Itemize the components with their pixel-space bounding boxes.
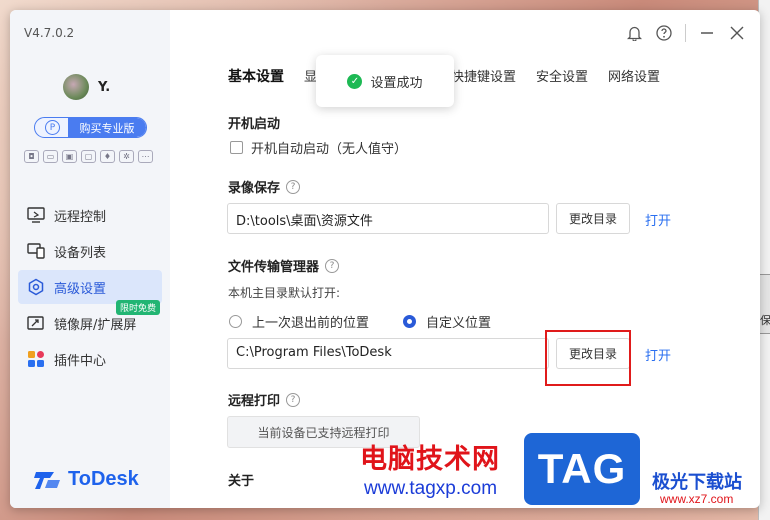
recording-title-text: 录像保存 [228,181,281,196]
todesk-logo-text: ToDesk [68,468,139,490]
recording-path-field[interactable]: D:\tools\桌面\资源文件 [227,203,549,234]
gear-icon[interactable]: ✲ [119,150,134,163]
help-icon[interactable]: ? [286,392,301,407]
tab-basic-settings[interactable]: 基本设置 [228,66,284,86]
remote-print-title-text: 远程打印 [228,394,281,409]
todesk-logo: ToDesk [34,468,139,491]
device-list-icon [26,241,46,261]
screen-icon[interactable]: ▣ [62,150,77,163]
radio-custom-location[interactable] [403,315,417,328]
tab-security[interactable]: 安全设置 [536,66,588,86]
watermark-site-url: www.tagxp.com [364,478,498,499]
avatar[interactable] [63,74,89,100]
more-icon[interactable]: ⋯ [138,150,153,163]
recording-title: 录像保存 ? [228,177,301,196]
remote-print-title: 远程打印 ? [228,390,301,409]
file-transfer-title-text: 文件传输管理器 [228,260,320,275]
sidebar-item-label: 设备列表 [54,245,107,261]
success-toast: ✓ 设置成功 [316,55,454,107]
gamepad-icon[interactable]: ◘ [24,150,39,163]
sidebar-item-label: 高级设置 [54,281,107,297]
watermark-site-name: 电脑技术网 [360,444,500,475]
pro-p-icon: P [45,120,60,135]
help-icon[interactable]: ? [286,179,301,194]
sidebar-item-remote-control[interactable]: 远程控制 [18,198,162,232]
monitor-icon[interactable]: ▭ [43,150,58,163]
buy-pro-button[interactable]: P 购买专业版 [34,117,147,138]
radio-last-location[interactable] [229,315,242,328]
default-dir-options: 上一次退出前的位置 自定义位置 [229,312,525,331]
default-dir-label: 本机主目录默认打开: [228,286,341,300]
sidebar: V4.7.0.2 Y. P 购买专业版 ◘ ▭ ▣ ▢ ♦ ✲ ⋯ 远程控制 设… [10,10,170,508]
highlight-box [545,330,631,386]
file-transfer-path-field[interactable]: C:\Program Files\ToDesk [227,338,549,369]
sidebar-nav: 远程控制 设备列表 高级设置 镜像屏/扩展屏 限时免费 插件中心 [18,198,162,378]
settings-tabs: 基本设置 显 快捷键设置 安全设置 网络设置 [228,66,680,86]
sidebar-item-device-list[interactable]: 设备列表 [18,234,162,268]
feature-icons-row: ◘ ▭ ▣ ▢ ♦ ✲ ⋯ [24,150,153,163]
startup-title-text: 开机启动 [228,117,281,132]
sidebar-item-plugin-center[interactable]: 插件中心 [18,342,162,376]
about-title: 关于 [228,474,255,489]
option-last-location-label: 上一次退出前的位置 [252,316,370,331]
sidebar-item-label: 镜像屏/扩展屏 [54,317,137,333]
free-badge: 限时免费 [115,300,160,315]
sidebar-item-mirror-screen[interactable]: 镜像屏/扩展屏 限时免费 [18,300,162,340]
auto-start-checkbox[interactable] [230,141,243,154]
recording-change-dir-button[interactable]: 更改目录 [556,203,630,234]
version-label: V4.7.0.2 [24,26,75,40]
file-transfer-open-link[interactable]: 打开 [645,345,671,364]
todesk-window: V4.7.0.2 Y. P 购买专业版 ◘ ▭ ▣ ▢ ♦ ✲ ⋯ 远程控制 设… [10,10,760,508]
advanced-settings-icon [26,277,46,297]
buy-pro-label: 购买专业版 [68,118,146,137]
username[interactable]: Y. [98,80,110,95]
watermark-tag-logo: TAG [524,433,640,505]
todesk-logo-icon [34,471,60,489]
option-last-location[interactable]: 上一次退出前的位置 [229,312,369,331]
option-custom-location-label: 自定义位置 [426,316,492,331]
settings-panel: 基本设置 显 快捷键设置 安全设置 网络设置 ✓ 设置成功 开机启动 开机自动启… [170,10,760,508]
sidebar-item-label: 远程控制 [54,209,107,225]
auto-start-label: 开机自动启动（无人值守） [251,142,408,157]
chat-icon[interactable]: ▢ [81,150,96,163]
plugin-center-icon [26,349,46,369]
auto-start-option[interactable]: 开机自动启动（无人值守） [230,138,407,157]
watermark-download-site: 极光下载站 [652,472,742,493]
tab-network[interactable]: 网络设置 [608,66,660,86]
remote-control-icon [26,205,46,225]
sidebar-item-label: 插件中心 [54,353,107,369]
watermark-download-url: www.xz7.com [660,492,734,506]
sidebar-item-advanced-settings[interactable]: 高级设置 [18,270,162,304]
option-custom-location[interactable]: 自定义位置 [403,312,491,331]
startup-title: 开机启动 [228,113,280,132]
recording-open-link[interactable]: 打开 [645,210,671,229]
tab-hotkeys[interactable]: 快捷键设置 [451,66,516,86]
help-icon[interactable]: ? [325,258,340,273]
check-icon: ✓ [347,73,363,89]
mirror-screen-icon [26,313,46,333]
background-window-text: 保 [760,314,770,327]
toast-text: 设置成功 [370,75,423,91]
file-transfer-title: 文件传输管理器 ? [228,256,340,275]
rocket-icon[interactable]: ♦ [100,150,115,163]
